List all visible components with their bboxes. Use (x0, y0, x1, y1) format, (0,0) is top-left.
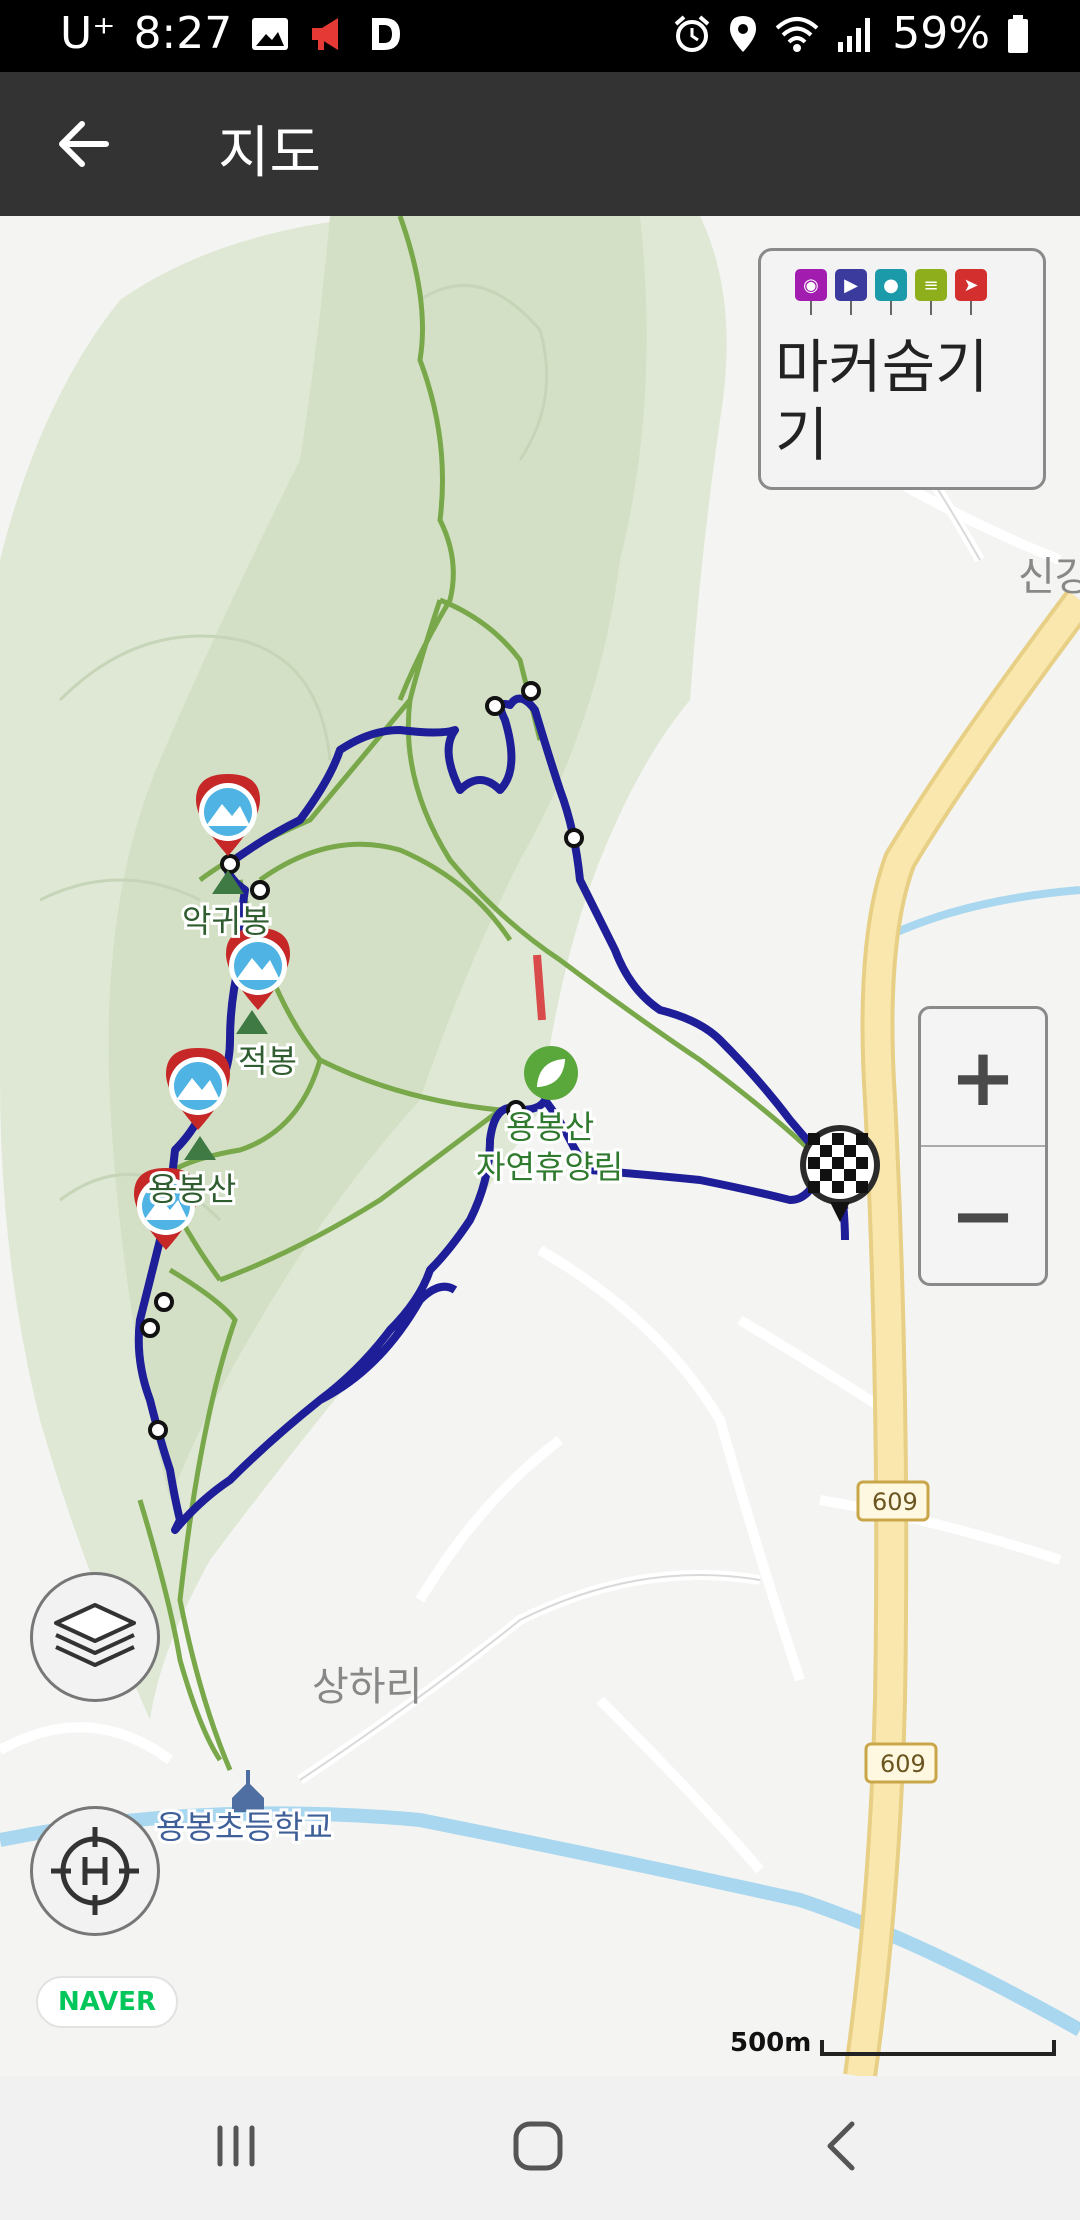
camera-icon: ◉ (795, 269, 827, 315)
flag-icon: ➤ (955, 269, 987, 315)
peak-label-jeokbong: 적봉 (238, 1042, 297, 1080)
highway-609-fill (847, 592, 1080, 2076)
layers-icon (54, 1603, 136, 1667)
alarm-icon (674, 14, 710, 52)
zoom-control: + − (918, 1006, 1048, 1286)
megaphone-icon (312, 17, 339, 50)
zoom-in-button[interactable]: + (921, 1009, 1045, 1147)
poi-label-forest-2: 자연휴양림 (476, 1148, 623, 1186)
signal-icon (838, 17, 871, 52)
peak-label-akgwibong: 악귀봉 (182, 902, 270, 940)
image-icon (252, 17, 289, 50)
poi-label-forest-1: 용봉산 (506, 1108, 594, 1146)
status-bar: U⁺ 8:27 59% (0, 0, 1080, 72)
system-nav-bar (0, 2076, 1080, 2220)
route-number-top: 609 (872, 1488, 918, 1516)
locate-icon (51, 1827, 139, 1915)
layers-button[interactable] (30, 1572, 160, 1702)
battery-percent: 59% (892, 8, 990, 59)
d-icon (372, 17, 401, 50)
carrier-label: U⁺ (60, 8, 116, 59)
marker-hide-button[interactable]: ◉ ▶ ● ≡ ➤ 마커숨기기 (758, 248, 1046, 490)
recent-apps-icon[interactable] (206, 2116, 266, 2176)
place-label-singang: 신강 (1018, 554, 1080, 600)
route-number-bottom: 609 (880, 1750, 926, 1778)
wifi-icon (775, 16, 819, 52)
note-icon: ≡ (915, 269, 947, 315)
red-trail-segment (533, 954, 546, 1021)
scale-bar (820, 2040, 1056, 2056)
school-icon (232, 1770, 264, 1812)
peak-label-yongbongsan: 용봉산 (148, 1170, 236, 1208)
poi-label-school: 용봉초등학교 (156, 1808, 333, 1846)
stream (878, 886, 1080, 944)
naver-logo: NAVER (36, 1976, 178, 2028)
microphone-icon: ● (875, 269, 907, 315)
place-label-sanghari: 상하리 (312, 1664, 422, 1710)
zoom-out-button[interactable]: − (921, 1147, 1045, 1283)
leaf-icon (524, 1046, 578, 1100)
time-label: 8:27 (133, 8, 233, 59)
home-icon[interactable] (508, 2116, 568, 2176)
marker-hide-label: 마커숨기기 (775, 333, 989, 469)
locate-button[interactable] (30, 1806, 160, 1936)
app-bar: 지도 (0, 72, 1080, 216)
arrow-left-icon[interactable] (56, 116, 112, 172)
location-icon (730, 15, 757, 52)
back-icon[interactable] (812, 2116, 872, 2176)
scale-label: 500m (730, 2028, 812, 2058)
marker-type-icons: ◉ ▶ ● ≡ ➤ (795, 269, 987, 315)
page-title: 지도 (218, 121, 322, 186)
video-icon: ▶ (835, 269, 867, 315)
battery-icon (1008, 14, 1028, 53)
